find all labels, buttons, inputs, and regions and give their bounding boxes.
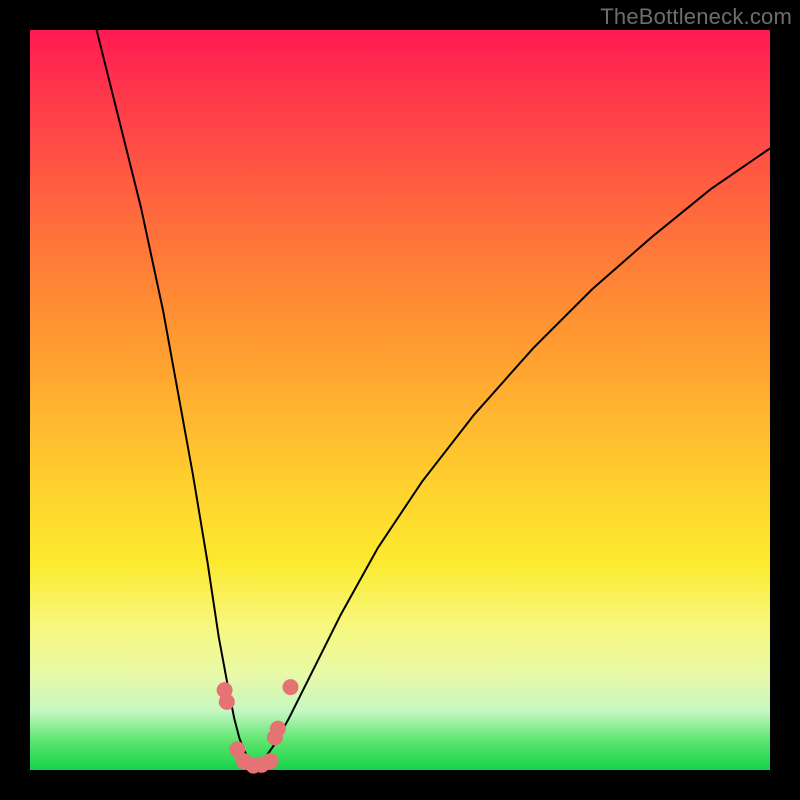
right-curve	[256, 148, 770, 766]
left-curve	[97, 30, 257, 766]
curves-svg	[30, 30, 770, 770]
data-point	[219, 694, 235, 710]
data-point	[263, 753, 279, 769]
chart-frame: TheBottleneck.com	[0, 0, 800, 800]
data-point	[283, 679, 299, 695]
watermark-text: TheBottleneck.com	[600, 4, 792, 30]
plot-area	[30, 30, 770, 770]
data-points	[217, 679, 299, 774]
data-point	[270, 721, 286, 737]
